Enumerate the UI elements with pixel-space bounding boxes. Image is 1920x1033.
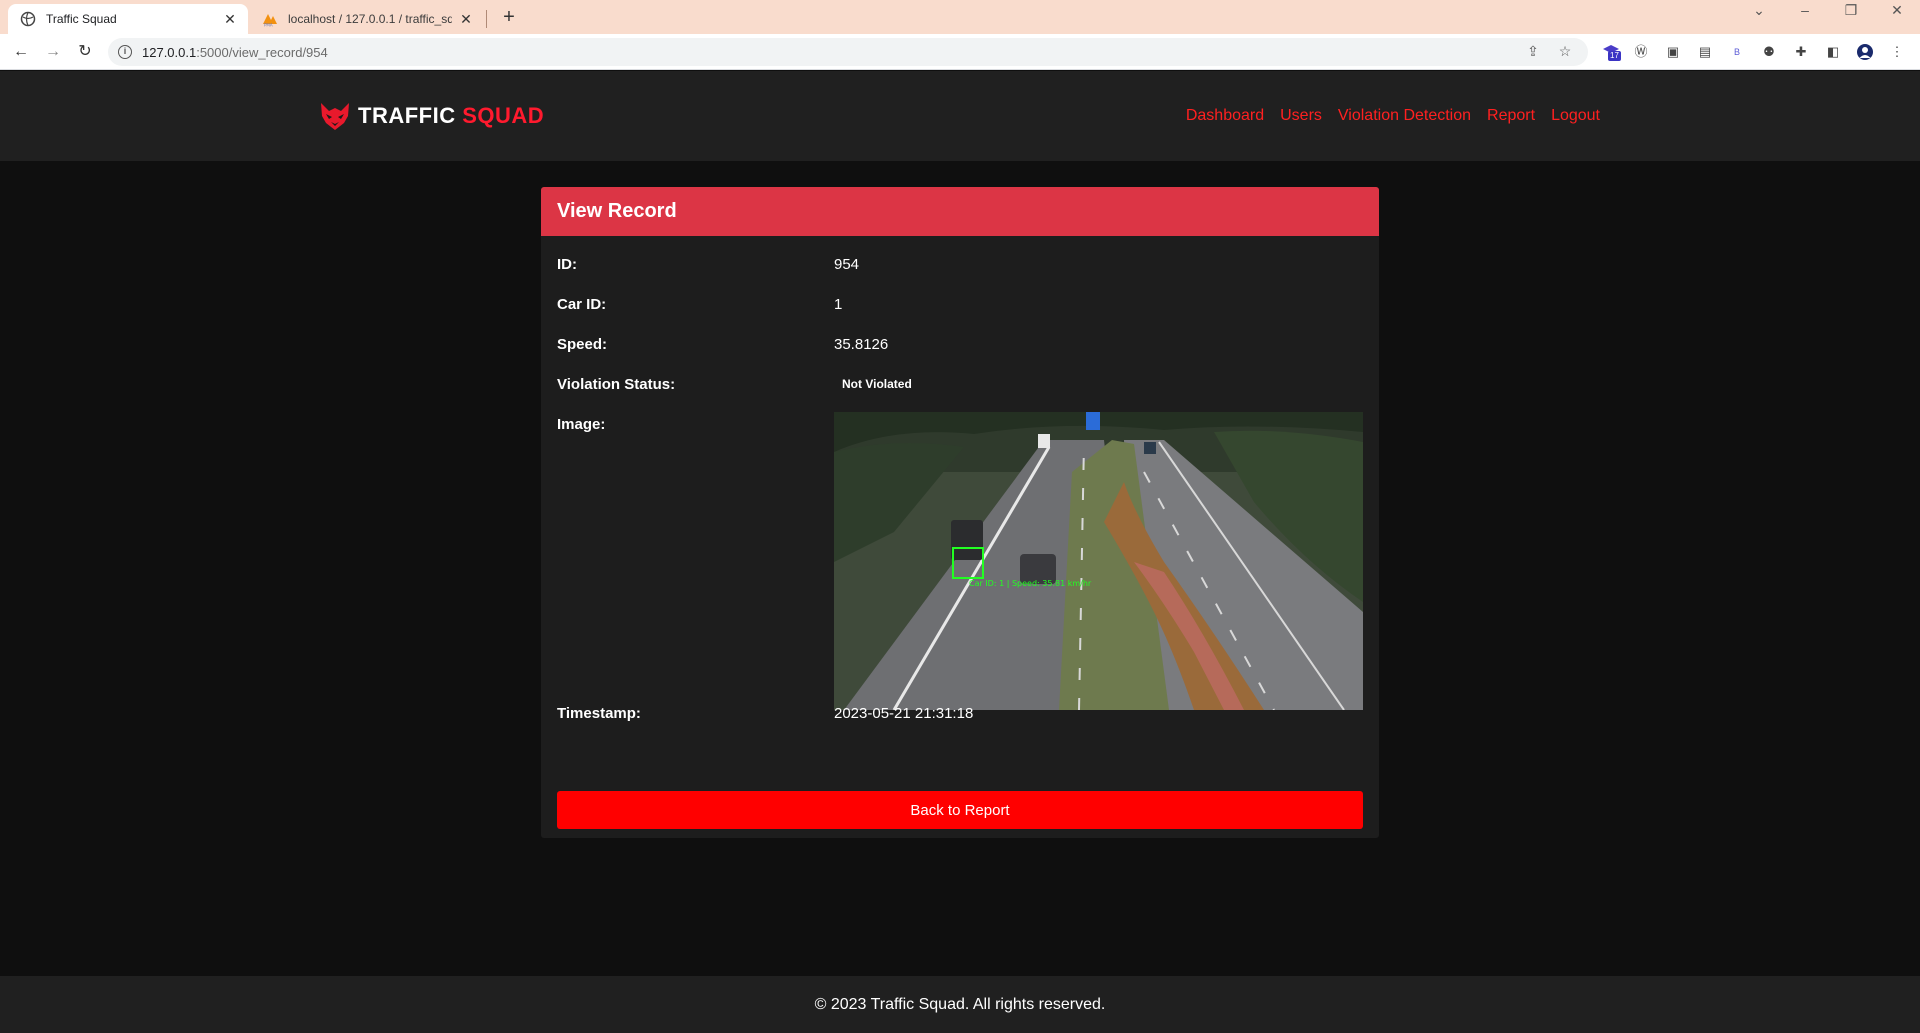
back-arrow-icon[interactable]: ← xyxy=(10,41,32,63)
url-text[interactable]: 127.0.0.1:5000/view_record/954 xyxy=(142,45,1524,60)
tab-search-chevron-icon[interactable]: ⌄ xyxy=(1744,2,1774,19)
wolf-logo-icon xyxy=(321,103,349,130)
browser-tab-bar: Traffic Squad ✕ PMA localhost / 127.0.0.… xyxy=(0,0,1920,34)
profile-avatar-icon[interactable] xyxy=(1856,43,1874,61)
forward-arrow-icon[interactable]: → xyxy=(42,41,64,63)
site-header: TRAFFIC SQUAD Dashboard Users Violation … xyxy=(0,71,1920,161)
extension-screen-icon[interactable]: ▤ xyxy=(1696,43,1714,61)
share-icon[interactable]: ⇪ xyxy=(1524,43,1542,61)
nav-logout[interactable]: Logout xyxy=(1551,107,1600,125)
detection-overlay-text: Car ID: 1 | Speed: 35.81 km/hr xyxy=(969,579,1092,588)
field-value: Not Violated xyxy=(834,374,920,394)
extension-badge: 17 xyxy=(1608,51,1621,61)
tab-separator xyxy=(486,10,487,28)
brand-part-2: SQUAD xyxy=(462,103,545,128)
site-logo[interactable]: TRAFFIC SQUAD xyxy=(318,99,544,133)
reload-icon[interactable]: ↻ xyxy=(74,41,96,63)
field-value: 2023-05-21 21:31:18 xyxy=(834,705,974,722)
phpmyadmin-icon: PMA xyxy=(263,14,277,28)
extension-k-icon[interactable]: ▣ xyxy=(1664,43,1682,61)
field-value: 954 xyxy=(834,256,860,273)
field-value: 1 xyxy=(834,296,843,313)
card-header: View Record xyxy=(541,187,1379,236)
site-footer: © 2023 Traffic Squad. All rights reserve… xyxy=(0,976,1920,1033)
minimize-icon[interactable]: – xyxy=(1790,2,1820,18)
close-tab-icon[interactable]: ✕ xyxy=(222,11,238,28)
record-card: View Record ID: 954 Car ID: 1 Speed: 35.… xyxy=(541,187,1379,838)
new-tab-plus-icon[interactable]: + xyxy=(498,6,520,29)
brand-part-1: TRAFFIC xyxy=(358,103,456,128)
nav-violation-detection[interactable]: Violation Detection xyxy=(1338,107,1471,125)
field-label: ID: xyxy=(557,256,577,273)
address-bar[interactable]: i 127.0.0.1:5000/view_record/954 ⇪ ☆ xyxy=(108,38,1588,66)
extension-graduation-cap-icon[interactable]: 17 xyxy=(1602,43,1621,61)
field-value: 35.8126 xyxy=(834,336,889,353)
nav-dashboard[interactable]: Dashboard xyxy=(1186,107,1264,125)
record-image: Car ID: 1 | Speed: 35.81 km/hr xyxy=(834,412,1363,710)
field-label: Speed: xyxy=(557,336,608,353)
side-panel-icon[interactable]: ◧ xyxy=(1824,43,1842,61)
url-host: 127.0.0.1 xyxy=(142,44,197,60)
close-window-icon[interactable]: ✕ xyxy=(1882,2,1912,19)
globe-icon xyxy=(20,11,36,27)
menu-kebab-icon[interactable]: ⋮ xyxy=(1888,43,1906,61)
restore-icon[interactable]: ❐ xyxy=(1836,2,1866,19)
back-to-report-button[interactable]: Back to Report xyxy=(557,791,1363,829)
nav-users[interactable]: Users xyxy=(1280,107,1322,125)
extension-b-icon[interactable]: B xyxy=(1728,43,1746,61)
main-nav: Dashboard Users Violation Detection Repo… xyxy=(1186,107,1600,125)
browser-toolbar: ← → ↻ i 127.0.0.1:5000/view_record/954 ⇪… xyxy=(0,34,1920,70)
status-badge: Not Violated xyxy=(842,377,912,391)
footer-copyright: © 2023 Traffic Squad. All rights reserve… xyxy=(814,995,1106,1013)
close-tab-icon[interactable]: ✕ xyxy=(458,11,474,28)
tab-title: localhost / 127.0.0.1 / traffic_squ xyxy=(288,12,452,26)
nav-report[interactable]: Report xyxy=(1487,107,1535,125)
wordpress-icon[interactable]: Ⓦ xyxy=(1632,43,1650,61)
svg-text:PMA: PMA xyxy=(264,23,273,28)
field-label: Car ID: xyxy=(557,296,607,313)
tab-traffic-squad[interactable]: Traffic Squad ✕ xyxy=(8,4,248,34)
bookmark-star-icon[interactable]: ☆ xyxy=(1556,43,1574,61)
page-title: View Record xyxy=(557,200,677,222)
field-label: Timestamp: xyxy=(557,705,641,722)
site-info-icon[interactable]: i xyxy=(118,45,132,59)
extension-robot-icon[interactable]: ⚉ xyxy=(1760,43,1778,61)
puzzle-extensions-icon[interactable]: ✚ xyxy=(1792,43,1810,61)
field-label: Violation Status: xyxy=(557,376,676,393)
tab-phpmyadmin[interactable]: PMA localhost / 127.0.0.1 / traffic_squ … xyxy=(250,4,484,34)
tab-title: Traffic Squad xyxy=(46,12,117,26)
brand-name: TRAFFIC SQUAD xyxy=(358,103,544,129)
field-label: Image: xyxy=(557,416,606,433)
url-path: :5000/view_record/954 xyxy=(196,44,328,60)
